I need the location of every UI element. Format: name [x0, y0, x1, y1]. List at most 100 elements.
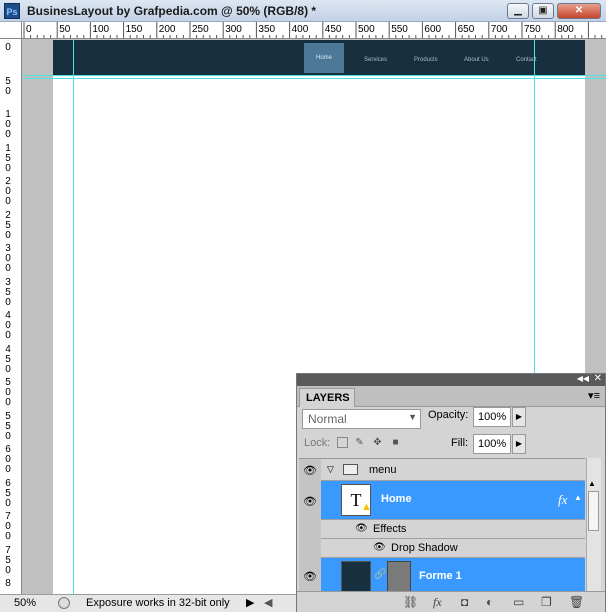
- panel-close-icon[interactable]: ✕: [594, 373, 602, 384]
- ruler-tick-label: 0: [5, 531, 11, 542]
- ruler-tick-label: 5: [5, 75, 11, 87]
- ruler-tick-label: 0: [5, 296, 11, 308]
- ruler-tick-label: 0: [26, 24, 32, 35]
- opacity-label: Opacity:: [428, 409, 469, 421]
- layer-effects-row[interactable]: 👁 Effects: [321, 520, 585, 539]
- visibility-eye-icon[interactable]: 👁: [301, 570, 319, 583]
- layer-name: Forme 1: [419, 570, 462, 582]
- horizontal-ruler[interactable]: 0 50 100 150 200 250 300 350 400 450 500 550 600 650 7…: [22, 22, 606, 39]
- ruler-tick-label: 1: [5, 142, 11, 154]
- layer-effect-drop-shadow[interactable]: 👁 Drop Shadow: [321, 539, 585, 558]
- lock-label: Lock:: [304, 437, 331, 449]
- drop-shadow-eye-icon[interactable]: 👁: [373, 542, 386, 553]
- panel-tab-row: LAYERS ▾≡: [297, 386, 605, 407]
- opacity-input[interactable]: 100%: [473, 407, 511, 427]
- ruler-tick-label: 100: [92, 24, 110, 35]
- ruler-tick-label: 50: [59, 24, 71, 35]
- ruler-tick-label: 2: [5, 209, 11, 221]
- status-info-icon[interactable]: [58, 597, 70, 609]
- disclosure-triangle-icon[interactable]: ▽: [327, 464, 334, 475]
- scroll-left-icon[interactable]: ◀: [264, 596, 272, 609]
- delete-layer-icon[interactable]: 🗑: [569, 595, 584, 609]
- scroll-thumb[interactable]: [588, 491, 599, 531]
- add-mask-icon[interactable]: ◘: [461, 595, 468, 609]
- ruler-origin[interactable]: [0, 22, 22, 39]
- new-layer-icon[interactable]: ❐: [541, 595, 552, 609]
- lock-transparent-icon[interactable]: [337, 437, 348, 448]
- restore-button[interactable]: ▣: [532, 3, 554, 19]
- ruler-tick-label: 5: [5, 487, 11, 499]
- ruler-tick-label: 4: [5, 343, 11, 355]
- ruler-tick-label: 350: [258, 24, 276, 35]
- minimize-button[interactable]: ▁: [507, 3, 529, 19]
- guide-horizontal-1[interactable]: [23, 75, 606, 76]
- ruler-tick-label: 0: [5, 129, 11, 140]
- ruler-tick-label: 0: [5, 162, 11, 174]
- nav-services: Services: [364, 57, 388, 63]
- status-message: Exposure works in 32-bit only: [86, 597, 230, 609]
- folder-icon: [343, 464, 358, 475]
- fill-input[interactable]: 100%: [473, 434, 511, 454]
- zoom-level[interactable]: 50%: [14, 597, 36, 609]
- layer-list: 👁 ▽ menu 👁 T ▲ Home fx ▲ 👁 Effects 👁 Dro…: [299, 458, 585, 591]
- panel-menu-icon[interactable]: ▾≡: [588, 389, 600, 402]
- ruler-tick-label: 5: [5, 420, 11, 432]
- fx-icon[interactable]: fx: [558, 492, 567, 508]
- vertical-ruler[interactable]: 0501001502002503003504004505005506006507…: [0, 39, 22, 594]
- fill-slider-arrow-icon[interactable]: ▶: [512, 434, 526, 454]
- nav-about-us: About Us: [464, 57, 489, 63]
- link-layers-icon[interactable]: ⛓: [403, 595, 418, 609]
- ruler-tick-label: 3: [5, 276, 11, 288]
- ruler-tick-label: 0: [5, 330, 11, 341]
- ruler-tick-label: 5: [5, 286, 11, 298]
- blend-mode-select[interactable]: Normal ▼: [302, 409, 421, 429]
- visibility-eye-icon[interactable]: 👁: [301, 495, 319, 508]
- ruler-tick-label: 750: [524, 24, 541, 35]
- layer-group-menu[interactable]: ▽ menu: [321, 459, 585, 481]
- visibility-eye-icon[interactable]: 👁: [301, 464, 319, 477]
- ruler-tick-label: 6: [5, 477, 11, 489]
- layer-forme-1[interactable]: 🔗 Forme 1: [321, 558, 585, 591]
- ruler-tick-label: 5: [5, 554, 11, 566]
- ruler-tick-label: 0: [5, 229, 11, 241]
- lock-all-icon[interactable]: ■: [390, 437, 401, 448]
- ruler-tick-label: 800: [557, 24, 574, 35]
- effect-name: Drop Shadow: [391, 542, 458, 554]
- status-menu-arrow-icon[interactable]: ▶: [246, 596, 254, 609]
- adjustment-layer-icon[interactable]: ◐: [486, 595, 493, 609]
- link-icon[interactable]: 🔗: [374, 569, 386, 580]
- collapse-icon[interactable]: ◀◀: [577, 374, 589, 383]
- new-group-icon[interactable]: ▭: [513, 595, 524, 609]
- ruler-tick-label: 400: [291, 24, 309, 35]
- ruler-tick-label: 0: [5, 42, 11, 53]
- layer-list-scrollbar[interactable]: ▲: [586, 458, 601, 591]
- ruler-tick-label: 0: [5, 85, 11, 97]
- close-button[interactable]: ✕: [557, 3, 601, 19]
- guide-vertical-left[interactable]: [73, 40, 74, 594]
- document-title: BusinesLayout by Grafpedia.com @ 50% (RG…: [27, 4, 317, 18]
- ruler-tick-label: 250: [192, 24, 209, 35]
- expand-effects-icon[interactable]: ▲: [574, 493, 582, 502]
- lock-image-icon[interactable]: ✎: [354, 437, 365, 448]
- window-title-bar: Ps BusinesLayout by Grafpedia.com @ 50% …: [0, 0, 606, 22]
- vector-mask-thumbnail: [387, 561, 411, 591]
- ruler-tick-label: 0: [5, 564, 11, 576]
- effects-eye-icon[interactable]: 👁: [355, 523, 368, 534]
- lock-position-icon[interactable]: ✥: [372, 437, 383, 448]
- ruler-tick-label: 0: [5, 397, 11, 408]
- guide-horizontal-2[interactable]: [23, 78, 606, 79]
- ruler-tick-label: 200: [158, 24, 176, 35]
- scroll-up-icon[interactable]: ▲: [588, 479, 596, 488]
- tab-layers[interactable]: LAYERS: [299, 388, 355, 407]
- layer-thumbnail: [341, 561, 371, 591]
- ruler-tick-label: 5: [5, 410, 11, 422]
- nav-products: Products: [414, 57, 438, 63]
- ruler-tick-label: 0: [5, 464, 11, 475]
- menu-bar: Home Services Products About Us Contact: [53, 40, 585, 76]
- effects-label: Effects: [373, 523, 407, 535]
- layer-name: Home: [381, 493, 412, 505]
- nav-home: Home: [304, 43, 344, 73]
- layer-home[interactable]: T ▲ Home fx ▲: [321, 481, 585, 520]
- opacity-slider-arrow-icon[interactable]: ▶: [512, 407, 526, 427]
- add-layer-style-icon[interactable]: fx: [433, 595, 442, 610]
